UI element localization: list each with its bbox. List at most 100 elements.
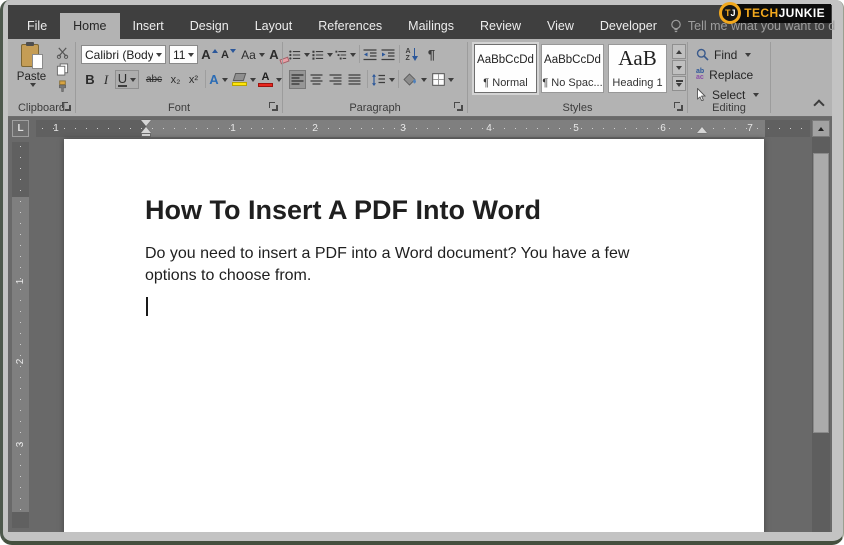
style-no-spacing[interactable]: AaBbCcDd ¶ No Spac... [541, 44, 604, 93]
font-color-button[interactable]: A [259, 70, 281, 89]
right-indent-marker[interactable] [697, 127, 707, 133]
find-button[interactable]: Find [696, 46, 751, 63]
ribbon-tab-bar: File Home Insert Design Layout Reference… [8, 5, 832, 39]
styles-dialog-launcher[interactable] [674, 102, 684, 112]
font-family-combo[interactable]: Calibri (Body) [81, 45, 166, 64]
align-center-button[interactable] [308, 70, 325, 89]
group-styles: AaBbCcDd ¶ Normal AaBbCcDd ¶ No Spac... … [468, 39, 687, 116]
align-left-button[interactable] [289, 70, 306, 89]
techjunkie-logo: TJ TECHJUNKIE [719, 2, 831, 24]
collapse-ribbon-chevron[interactable] [813, 99, 824, 110]
pilcrow-icon: ¶ [428, 47, 435, 62]
select-button[interactable]: Select [696, 86, 759, 103]
group-editing: Find abac Replace Select Editing [688, 39, 770, 116]
font-dialog-launcher[interactable] [269, 102, 279, 112]
change-case-button[interactable]: Aa [241, 45, 265, 64]
style-normal[interactable]: AaBbCcDd ¶ Normal [474, 44, 537, 93]
italic-button[interactable]: I [100, 70, 112, 89]
tab-review[interactable]: Review [467, 13, 534, 39]
text-cursor [146, 297, 148, 316]
copy-button[interactable] [54, 63, 70, 76]
horizontal-ruler[interactable]: 1 1 2 3 4 5 6 7 [36, 120, 810, 137]
superscript-button[interactable]: x² [185, 70, 202, 89]
document-page[interactable]: How To Insert A PDF Into Word Do you nee… [64, 139, 764, 532]
show-formatting-button[interactable]: ¶ [424, 45, 439, 64]
multilevel-list-button[interactable] [335, 45, 356, 64]
select-cursor-icon [696, 88, 707, 101]
tab-developer[interactable]: Developer [587, 13, 670, 39]
line-spacing-icon [371, 74, 386, 86]
style-heading-1[interactable]: AaB Heading 1 [608, 44, 667, 93]
left-indent-marker[interactable] [141, 133, 151, 137]
paste-button[interactable]: Paste [13, 43, 50, 97]
clear-formatting-button[interactable]: A [266, 45, 282, 64]
scroll-up-arrow-icon [818, 127, 824, 131]
up-caret-icon [676, 50, 682, 54]
scrollbar-thumb[interactable] [813, 153, 829, 433]
tab-references[interactable]: References [305, 13, 395, 39]
paste-label: Paste [17, 71, 46, 83]
paragraph-dialog-launcher[interactable] [454, 102, 464, 112]
justify-button[interactable] [346, 70, 363, 89]
tab-view[interactable]: View [534, 13, 587, 39]
decrease-indent-button[interactable] [362, 45, 378, 64]
shrink-font-arrow-icon [230, 49, 236, 53]
sort-az-icon: AZ [405, 48, 417, 62]
cut-button[interactable] [54, 46, 70, 59]
styles-scroll-down-button[interactable] [672, 60, 686, 75]
tab-layout[interactable]: Layout [242, 13, 306, 39]
vertical-ruler[interactable]: 1 2 3 [12, 142, 29, 528]
shrink-font-button[interactable]: A [220, 45, 237, 64]
tab-file[interactable]: File [14, 13, 60, 39]
replace-icon: abac [696, 69, 704, 81]
subscript-button[interactable]: x₂ [167, 70, 184, 89]
group-paragraph: AZ ¶ [283, 39, 467, 116]
highlight-pen-icon [232, 73, 247, 86]
down-caret-icon [676, 66, 682, 70]
strikethrough-button[interactable]: abc [142, 70, 166, 89]
sort-button[interactable]: AZ [402, 45, 421, 64]
numbering-button[interactable] [312, 45, 333, 64]
tab-stop-selector[interactable]: L [12, 120, 29, 137]
font-color-icon: A [258, 72, 273, 87]
ruler-margin-number: 1 [50, 122, 62, 135]
styles-group-label: Styles [468, 102, 687, 114]
text-effects-button[interactable]: A [208, 70, 229, 89]
clipboard-dialog-launcher[interactable] [62, 102, 72, 112]
styles-scroll-up-button[interactable] [672, 44, 686, 59]
editing-group-label: Editing [688, 102, 770, 114]
document-heading[interactable]: How To Insert A PDF Into Word [145, 195, 541, 226]
decrease-indent-icon [363, 49, 377, 61]
group-separator [770, 42, 771, 113]
shading-button[interactable] [402, 70, 427, 89]
line-spacing-button[interactable] [371, 70, 395, 89]
borders-icon [432, 73, 445, 86]
align-center-icon [310, 74, 323, 85]
font-size-combo[interactable]: 11 [169, 45, 198, 64]
align-right-button[interactable] [327, 70, 344, 89]
tab-insert[interactable]: Insert [120, 13, 177, 39]
vertical-scrollbar[interactable] [812, 120, 830, 532]
replace-button[interactable]: abac Replace [696, 66, 753, 83]
font-family-value: Calibri (Body) [85, 48, 153, 62]
tab-home[interactable]: Home [60, 13, 119, 39]
document-paragraph[interactable]: Do you need to insert a PDF into a Word … [145, 243, 667, 287]
ruler-ticks [42, 128, 804, 129]
borders-button[interactable] [430, 70, 455, 89]
format-painter-button[interactable] [54, 80, 70, 93]
first-line-indent-marker[interactable] [141, 120, 151, 126]
grow-font-button[interactable]: A [201, 45, 218, 64]
multilevel-list-icon [335, 49, 347, 61]
styles-more-button[interactable] [672, 76, 686, 91]
bullets-button[interactable] [289, 45, 310, 64]
scroll-up-button[interactable] [812, 120, 830, 137]
font-size-value: 11 [173, 48, 185, 62]
increase-indent-button[interactable] [380, 45, 396, 64]
numbered-list-icon [312, 49, 324, 61]
text-highlight-button[interactable] [231, 70, 257, 89]
underline-button[interactable]: U [115, 70, 139, 89]
bold-button[interactable]: B [82, 70, 98, 89]
justify-icon [348, 74, 361, 85]
tab-mailings[interactable]: Mailings [395, 13, 467, 39]
tab-design[interactable]: Design [177, 13, 242, 39]
